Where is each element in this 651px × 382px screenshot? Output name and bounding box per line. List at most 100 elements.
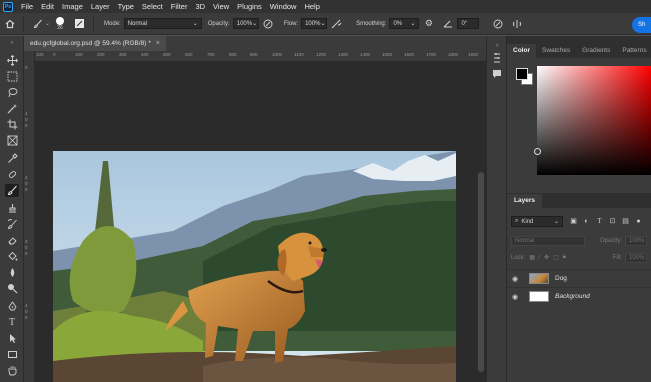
- layer-fill-field[interactable]: 100%: [625, 252, 647, 263]
- comments-icon[interactable]: [491, 68, 503, 80]
- menu-view[interactable]: View: [209, 2, 233, 11]
- brush-tool-icon[interactable]: [5, 184, 19, 197]
- color-picker-field[interactable]: [534, 66, 651, 175]
- menu-3d[interactable]: 3D: [191, 2, 209, 11]
- menu-plugins[interactable]: Plugins: [233, 2, 266, 11]
- brush-size-value: 26: [57, 24, 63, 31]
- document-image[interactable]: [53, 151, 456, 382]
- lock-pixels-icon[interactable]: ▦: [529, 254, 535, 261]
- divider: [23, 16, 24, 31]
- home-icon[interactable]: [3, 17, 16, 30]
- document-tab[interactable]: edu.gcfglobal.org.psd @ 59.4% (RGB/8) * …: [24, 36, 166, 51]
- clone-stamp-tool-icon[interactable]: [5, 202, 19, 215]
- color-picker-marker[interactable]: [534, 148, 541, 155]
- dropdown-arrow-icon[interactable]: ⌄: [45, 20, 50, 27]
- tab-patterns[interactable]: Patterns: [616, 44, 651, 58]
- blend-mode-value: Normal: [515, 237, 535, 244]
- angle-icon: [441, 17, 454, 30]
- tab-swatches[interactable]: Swatches: [536, 44, 576, 58]
- lasso-tool-icon[interactable]: [5, 86, 19, 99]
- collapse-icon[interactable]: «: [491, 40, 503, 52]
- ruler-tick: 900: [250, 52, 258, 57]
- share-button[interactable]: Sh: [632, 17, 651, 33]
- smart-object-filter-icon[interactable]: ▤: [621, 216, 630, 226]
- type-tool-icon[interactable]: T: [5, 316, 19, 329]
- menu-file[interactable]: File: [17, 2, 37, 11]
- rectangle-tool-icon[interactable]: [5, 348, 19, 361]
- flow-field[interactable]: 100% ⌄: [301, 18, 328, 29]
- eye-icon[interactable]: ◉: [507, 275, 523, 283]
- menu-select[interactable]: Select: [138, 2, 167, 11]
- lock-all-icon[interactable]: 🔒︎: [563, 254, 566, 261]
- filter-toggle-icon[interactable]: ●: [634, 216, 643, 226]
- eyedropper-tool-icon[interactable]: [5, 152, 19, 165]
- fill-label: Fill:: [612, 254, 622, 261]
- crop-tool-icon[interactable]: [5, 118, 19, 131]
- angle-field[interactable]: 0°: [457, 18, 480, 29]
- opacity-field[interactable]: 100% ⌄: [232, 18, 259, 29]
- tab-layers[interactable]: Layers: [507, 194, 542, 208]
- pressure-size-icon[interactable]: [491, 17, 504, 30]
- hand-tool-icon[interactable]: [5, 364, 19, 377]
- layer-name[interactable]: Background: [555, 293, 590, 300]
- paint-bucket-tool-icon[interactable]: [5, 250, 19, 263]
- pressure-opacity-icon[interactable]: [262, 17, 275, 30]
- scrollbar-thumb[interactable]: [478, 172, 484, 372]
- layers-panel: ⌕ Kind ⌄ ▣ ◐ T ⊡ ▤ ● Normal Opacity: 100…: [507, 208, 651, 382]
- layer-filter-select[interactable]: ⌕ Kind ⌄: [511, 216, 563, 227]
- path-selection-tool-icon[interactable]: [5, 332, 19, 345]
- canvas-workspace[interactable]: [34, 62, 486, 382]
- ruler-tick: 0: [25, 245, 28, 250]
- menu-layer[interactable]: Layer: [87, 2, 114, 11]
- blend-mode-select[interactable]: Normal: [511, 235, 585, 246]
- horizontal-ruler[interactable]: 100 0 100 200 300 400 500 600 700 800 90…: [34, 51, 486, 62]
- brush-tool-icon[interactable]: [31, 17, 44, 30]
- lock-position-icon[interactable]: ✥: [544, 254, 549, 261]
- type-filter-icon[interactable]: T: [595, 216, 604, 226]
- eye-icon[interactable]: ◉: [507, 293, 523, 301]
- dodge-tool-icon[interactable]: [5, 282, 19, 295]
- menu-type[interactable]: Type: [114, 2, 138, 11]
- layer-row[interactable]: ◉ Dog: [507, 269, 651, 287]
- layer-filter-icons: ▣ ◐ T ⊡ ▤ ●: [569, 216, 643, 226]
- lock-paint-icon[interactable]: ∕: [539, 255, 540, 261]
- properties-icon[interactable]: [491, 52, 503, 64]
- frame-tool-icon[interactable]: [5, 134, 19, 147]
- menu-image[interactable]: Image: [58, 2, 87, 11]
- mode-select[interactable]: Normal ⌄: [123, 18, 202, 29]
- lock-artboard-icon[interactable]: ▢: [553, 254, 559, 261]
- gear-icon[interactable]: ⚙: [422, 17, 435, 30]
- menu-window[interactable]: Window: [266, 2, 301, 11]
- brush-settings-icon[interactable]: [73, 17, 86, 30]
- ruler-tick: 0: [25, 65, 28, 70]
- layer-name[interactable]: Dog: [555, 275, 567, 282]
- brush-preset-picker[interactable]: 26: [56, 16, 65, 31]
- opacity-label: Opacity:: [599, 237, 622, 244]
- menu-edit[interactable]: Edit: [37, 2, 58, 11]
- pixel-filter-icon[interactable]: ▣: [569, 216, 578, 226]
- close-icon[interactable]: ×: [156, 40, 160, 47]
- symmetry-icon[interactable]: [510, 17, 523, 30]
- pen-tool-icon[interactable]: [5, 300, 19, 313]
- chevron-down-icon: ⌄: [553, 219, 559, 225]
- menu-help[interactable]: Help: [300, 2, 323, 11]
- foreground-color-swatch[interactable]: [516, 68, 528, 80]
- shape-filter-icon[interactable]: ⊡: [608, 216, 617, 226]
- tab-gradients[interactable]: Gradients: [576, 44, 616, 58]
- vertical-scrollbar[interactable]: [476, 62, 486, 382]
- marquee-tool-icon[interactable]: [5, 70, 19, 83]
- history-brush-tool-icon[interactable]: [5, 218, 19, 231]
- adjustment-filter-icon[interactable]: ◐: [582, 216, 591, 226]
- layer-opacity-field[interactable]: 100%: [625, 235, 647, 246]
- layer-row[interactable]: ◉ Background: [507, 287, 651, 305]
- collapse-icon[interactable]: »: [5, 40, 19, 46]
- magic-wand-tool-icon[interactable]: [5, 102, 19, 115]
- airbrush-icon[interactable]: [330, 17, 343, 30]
- move-tool-icon[interactable]: [5, 54, 19, 67]
- smoothing-field[interactable]: 0% ⌄: [389, 18, 420, 29]
- eraser-tool-icon[interactable]: [5, 234, 19, 247]
- tab-color[interactable]: Color: [507, 44, 536, 58]
- blur-tool-icon[interactable]: [5, 266, 19, 279]
- healing-brush-tool-icon[interactable]: [5, 168, 19, 181]
- menu-filter[interactable]: Filter: [167, 2, 192, 11]
